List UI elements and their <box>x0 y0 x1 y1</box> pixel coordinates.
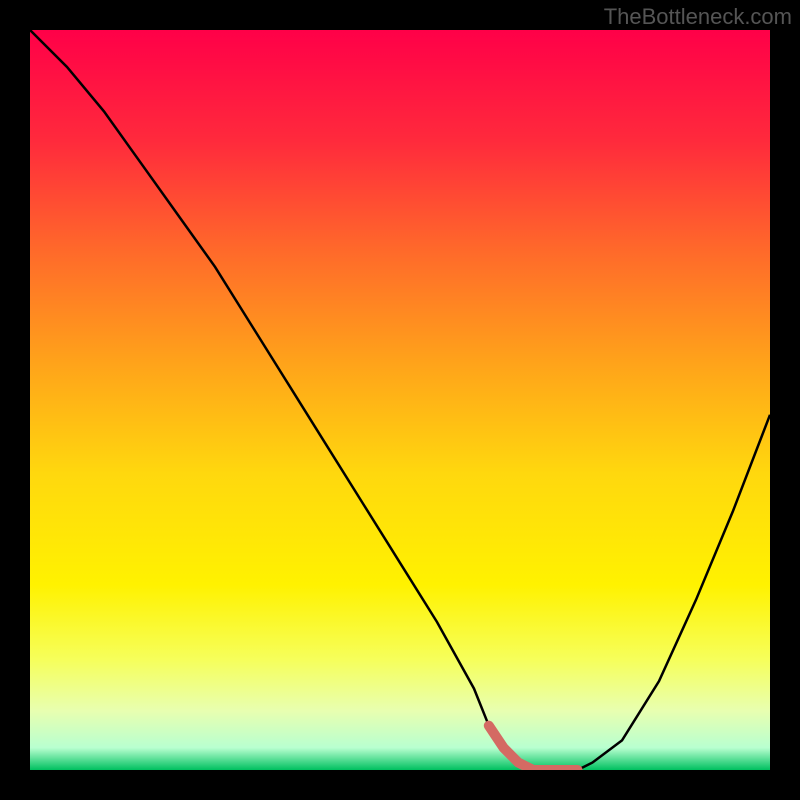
chart-curve <box>30 30 770 770</box>
chart-plot-area <box>30 30 770 770</box>
watermark-text: TheBottleneck.com <box>604 4 792 30</box>
